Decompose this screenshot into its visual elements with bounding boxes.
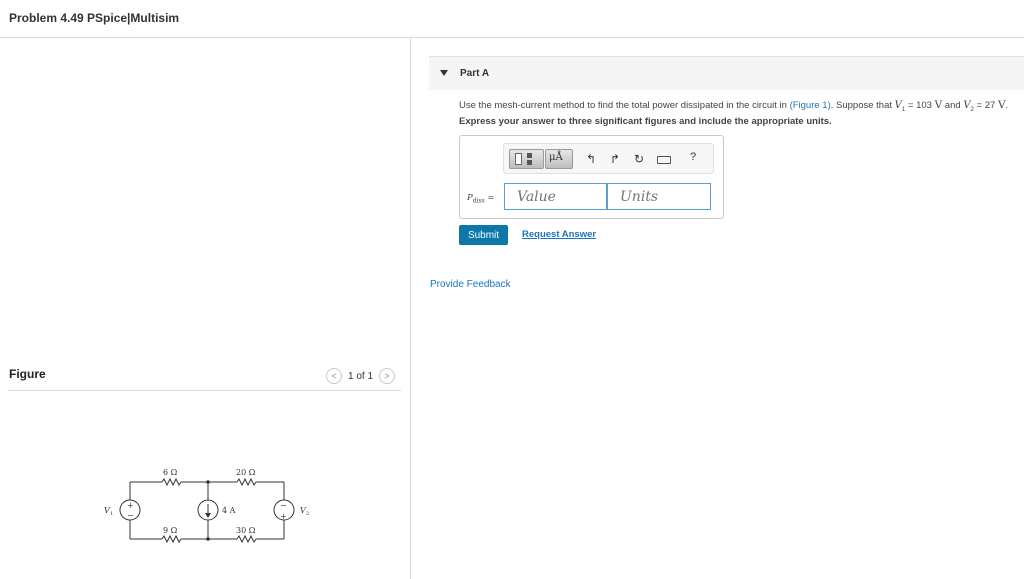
units-input[interactable] <box>607 183 711 210</box>
template-square-icon <box>527 153 532 158</box>
variable-equals: = <box>484 193 495 203</box>
v1-minus-sign: − <box>127 511 134 520</box>
undo-icon[interactable]: ↰ <box>586 152 596 166</box>
v1-subscript: 1 <box>110 511 113 517</box>
v2-plus-sign: + <box>280 512 287 521</box>
v2-symbol: V <box>963 100 971 111</box>
part-a-title: Part A <box>460 68 490 79</box>
submit-button[interactable]: Submit <box>459 225 508 245</box>
template-square-icon <box>527 160 532 165</box>
v2-subscript: 2 <box>306 511 309 517</box>
reset-icon[interactable]: ↻ <box>634 152 644 166</box>
figure-divider <box>8 390 401 391</box>
figure-label: Figure <box>9 367 46 381</box>
math-toolbar: μÅ ↰ ↱ ↻ ? <box>503 143 714 174</box>
header: Problem 4.49 PSpice|Multisim <box>0 0 1024 38</box>
answer-box: μÅ ↰ ↱ ↻ ? Pdiss = <box>459 135 724 219</box>
v1-plus-sign: + <box>127 501 134 510</box>
problem-panel: Part A Use the mesh-current method to fi… <box>411 38 1024 579</box>
units-button[interactable]: μÅ <box>545 149 573 169</box>
part-a-header[interactable]: Part A <box>429 56 1024 90</box>
v2-value: = 27 <box>973 100 998 111</box>
figure-pager: < 1 of 1 > <box>326 368 396 384</box>
request-answer-link[interactable]: Request Answer <box>522 229 596 240</box>
question-text: Use the mesh-current method to find the … <box>459 99 1008 113</box>
question-mid: . Suppose that <box>830 100 895 111</box>
variable-label: Pdiss = <box>467 193 494 205</box>
value-input[interactable] <box>504 183 607 210</box>
question-end: . <box>1005 100 1009 111</box>
provide-feedback-link[interactable]: Provide Feedback <box>430 279 511 290</box>
units-button-label: μÅ <box>549 152 563 163</box>
figure-link[interactable]: (Figure 1) <box>790 100 831 111</box>
help-button[interactable]: ? <box>690 151 696 163</box>
chevron-right-icon[interactable]: > <box>379 368 396 384</box>
v1-value: = 103 <box>905 100 935 111</box>
caret-down-icon[interactable] <box>440 70 448 76</box>
and-text: and <box>942 100 964 111</box>
question-prefix: Use the mesh-current method to find the … <box>459 100 790 111</box>
resistor-label-9: 9 Ω <box>163 526 178 535</box>
instruction-text: Express your answer to three significant… <box>459 116 832 127</box>
resistor-label-20: 20 Ω <box>236 468 256 477</box>
page-title: Problem 4.49 PSpice|Multisim <box>9 11 180 25</box>
template-box-icon <box>515 153 522 165</box>
resistor-label-6: 6 Ω <box>163 468 178 477</box>
circuit-diagram: 6 Ω 20 Ω 9 Ω 30 Ω 4 A + − − + V 1 V 2 <box>104 468 309 544</box>
keyboard-icon[interactable] <box>657 156 671 164</box>
pager-count: 1 of 1 <box>348 370 374 382</box>
v2-unit: V <box>997 99 1006 111</box>
figure-panel: Figure < 1 of 1 > 6 Ω 20 Ω 9 Ω 30 Ω 4 A … <box>0 38 411 579</box>
chevron-left-icon[interactable]: < <box>326 368 342 384</box>
resistor-label-30: 30 Ω <box>236 526 256 535</box>
v2-minus-sign: − <box>280 501 287 510</box>
templates-button[interactable] <box>509 149 544 169</box>
variable-subscript: diss <box>472 197 485 205</box>
redo-icon[interactable]: ↱ <box>610 152 620 166</box>
current-source-label: 4 A <box>222 506 236 515</box>
v1-symbol: V <box>894 100 902 111</box>
